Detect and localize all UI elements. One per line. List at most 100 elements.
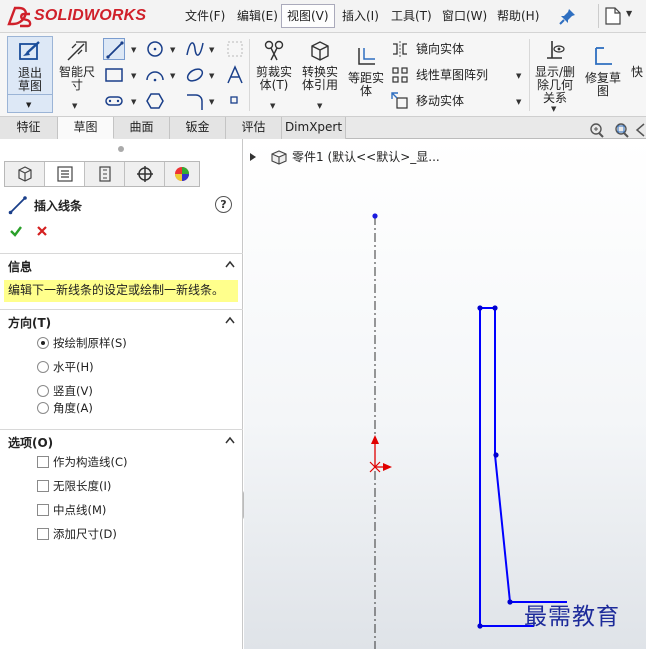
- checkbox[interactable]: [37, 456, 49, 468]
- quick-snaps-button[interactable]: 快: [628, 66, 646, 86]
- chevron-down-icon[interactable]: ▼: [209, 99, 216, 106]
- chevron-down-icon[interactable]: ▼: [516, 73, 523, 80]
- tab-display-manager[interactable]: [165, 162, 199, 186]
- offset-entities-button[interactable]: 等距实体: [345, 44, 387, 104]
- chevron-down-icon[interactable]: ▼: [131, 47, 138, 54]
- tab-dimxpert[interactable]: DimXpert: [282, 117, 346, 139]
- menu-help[interactable]: 帮助(H): [492, 4, 544, 28]
- tab-dimxpert-manager[interactable]: [125, 162, 165, 186]
- line-tool-button[interactable]: [103, 38, 125, 60]
- direction-group-header[interactable]: 方向(T): [0, 309, 243, 331]
- options-group-header[interactable]: 选项(O): [0, 429, 243, 451]
- linear-pattern-button[interactable]: 线性草图阵列: [391, 65, 526, 85]
- zoom-to-area-icon[interactable]: [612, 121, 630, 139]
- checkbox[interactable]: [37, 480, 49, 492]
- info-group-header[interactable]: 信息: [0, 253, 243, 275]
- checkbox-label: 添加尺寸(D): [53, 527, 117, 541]
- ok-check-icon[interactable]: [9, 224, 23, 238]
- arc-icon[interactable]: [144, 64, 166, 86]
- chevron-down-icon[interactable]: ▼: [170, 47, 177, 54]
- display-delete-relations-button[interactable]: 显示/删除几何关系: [531, 38, 579, 105]
- radio-button[interactable]: [37, 361, 49, 373]
- chevron-down-icon[interactable]: ▼: [270, 103, 277, 110]
- graphics-area[interactable]: 零件1 (默认<<默认>_显... 最需教育: [244, 139, 646, 649]
- separator: [529, 39, 530, 111]
- chevron-up-icon[interactable]: [225, 316, 235, 324]
- fillet-icon[interactable]: [184, 90, 206, 112]
- info-group-title: 信息: [8, 260, 33, 274]
- menu-edit[interactable]: 编辑(E): [232, 4, 283, 28]
- pin-icon[interactable]: [558, 6, 578, 26]
- help-button[interactable]: ?: [215, 196, 232, 213]
- chevron-down-icon[interactable]: ▼: [209, 47, 216, 54]
- text-icon[interactable]: [224, 64, 246, 86]
- menu-view[interactable]: 视图(V): [281, 4, 335, 28]
- property-manager: 插入线条 ? 信息 编辑下一新线条的设定或绘制一新线条。 方向(T) 按绘制原样…: [0, 139, 243, 649]
- sketch-canvas[interactable]: [244, 139, 646, 649]
- repair-sketch-icon: [595, 47, 612, 65]
- mirror-icon: [393, 41, 407, 57]
- tab-property-manager[interactable]: [45, 162, 85, 186]
- menu-tools[interactable]: 工具(T): [386, 4, 437, 28]
- feature-tree-icon: [18, 166, 32, 182]
- move-label: 移动实体: [416, 94, 465, 108]
- cancel-x-icon[interactable]: [35, 224, 49, 238]
- zoom-to-fit-icon[interactable]: [587, 121, 605, 139]
- menu-file[interactable]: 文件(F): [180, 4, 230, 28]
- previous-view-icon[interactable]: [634, 121, 646, 139]
- circle-icon[interactable]: [144, 38, 166, 60]
- panel-grip[interactable]: [118, 146, 124, 152]
- checkbox-label: 作为构造线(C): [53, 455, 128, 469]
- radio-button[interactable]: [37, 402, 49, 414]
- ellipse-icon[interactable]: [184, 64, 206, 86]
- slot-icon[interactable]: [103, 90, 125, 112]
- polygon-icon[interactable]: [144, 90, 166, 112]
- chevron-down-icon[interactable]: ▼: [170, 73, 177, 80]
- checkbox[interactable]: [37, 504, 49, 516]
- point-icon[interactable]: [226, 92, 242, 108]
- relations-icon: [547, 41, 565, 59]
- appearance-icon: [175, 167, 189, 181]
- tab-surfaces[interactable]: 曲面: [114, 117, 170, 139]
- new-document-button[interactable]: ▼: [598, 4, 646, 28]
- chevron-up-icon[interactable]: [225, 260, 235, 268]
- convert-entities-icon: [311, 41, 329, 61]
- exit-sketch-button[interactable]: 退出草图 ▼: [7, 36, 53, 113]
- centerline-endpoint[interactable]: [372, 213, 378, 219]
- part-name: 零件1 (默认<<默认>_显...: [292, 150, 440, 164]
- chevron-down-icon: ▼: [626, 9, 633, 18]
- chevron-down-icon[interactable]: ▼: [317, 103, 324, 110]
- radio-button[interactable]: [37, 337, 49, 349]
- chevron-down-icon[interactable]: ▼: [516, 99, 523, 106]
- chevron-right-icon[interactable]: [250, 153, 256, 161]
- chevron-down-icon[interactable]: ▼: [551, 106, 558, 113]
- rectangle-icon[interactable]: [103, 64, 125, 86]
- chevron-down-icon[interactable]: ▼: [72, 103, 79, 110]
- tab-evaluate[interactable]: 评估: [226, 117, 282, 139]
- tab-configuration-manager[interactable]: [85, 162, 125, 186]
- tab-feature-manager[interactable]: [5, 162, 45, 186]
- tab-sheet-metal[interactable]: 钣金: [170, 117, 226, 139]
- move-entities-button[interactable]: 移动实体: [391, 91, 511, 111]
- chevron-down-icon[interactable]: ▼: [131, 73, 138, 80]
- spline-icon[interactable]: [184, 38, 206, 60]
- smart-dimension-icon: [67, 41, 87, 61]
- tab-sketch[interactable]: 草图: [58, 117, 114, 139]
- quick-snaps-label: 快: [630, 65, 643, 79]
- tab-features[interactable]: 特征: [0, 117, 58, 139]
- sketch-profile[interactable]: [479, 307, 567, 627]
- menu-insert[interactable]: 插入(I): [337, 4, 384, 28]
- menu-window[interactable]: 窗口(W): [437, 4, 492, 28]
- checkbox[interactable]: [37, 528, 49, 540]
- repair-sketch-button[interactable]: 修复草图: [582, 44, 624, 104]
- mirror-entities-button[interactable]: 镜向实体: [391, 39, 511, 59]
- trim-entities-button[interactable]: 剪裁实体(T): [252, 38, 296, 98]
- chevron-down-icon[interactable]: ▼: [131, 99, 138, 106]
- chevron-up-icon[interactable]: [225, 436, 235, 444]
- convert-entities-button[interactable]: 转换实体引用: [298, 38, 342, 98]
- chevron-down-icon[interactable]: ▼: [209, 73, 216, 80]
- radio-button[interactable]: [37, 385, 49, 397]
- solidworks-logo[interactable]: SOLIDWORKS: [6, 4, 156, 30]
- exit-sketch-dropdown[interactable]: ▼: [8, 94, 52, 112]
- smart-dimension-button[interactable]: 智能尺寸: [55, 38, 99, 98]
